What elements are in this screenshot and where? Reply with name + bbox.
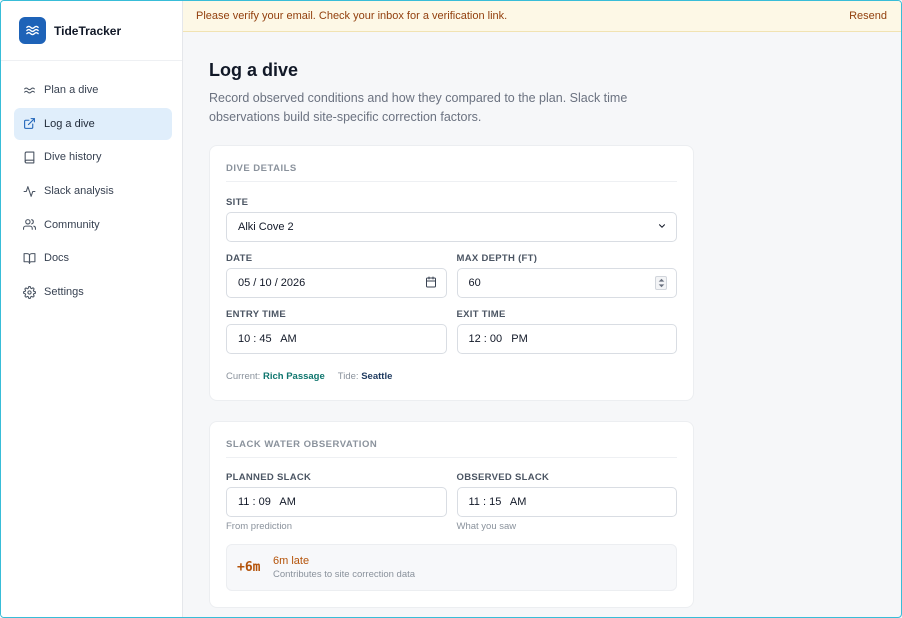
planned-slack-hint: From prediction xyxy=(226,521,292,532)
sidebar-item-label: Dive history xyxy=(44,151,102,164)
sidebar-item-docs[interactable]: Docs xyxy=(14,242,172,274)
slack-delta-value: +6m xyxy=(237,560,261,575)
slack-observation-card: SLACK WATER OBSERVATION PLANNED SLACK 11… xyxy=(209,421,694,608)
max-depth-label: MAX DEPTH (FT) xyxy=(456,253,538,264)
app-name: TideTracker xyxy=(54,23,122,38)
slack-delta-summary: 6m late xyxy=(273,555,310,567)
sidebar-item-slack-analysis[interactable]: Slack analysis xyxy=(14,175,172,207)
book-open-icon xyxy=(23,252,36,265)
activity-icon xyxy=(23,185,36,198)
exit-time-input[interactable]: 12 : 00 PM xyxy=(456,324,677,354)
slack-delta-result: +6m 6m late Contributes to site correcti… xyxy=(226,544,677,591)
site-label: SITE xyxy=(226,197,249,208)
entry-time-value: 10 : 45 AM xyxy=(238,333,297,345)
site-select[interactable]: Alki Cove 2 xyxy=(226,212,677,242)
site-value: Alki Cove 2 xyxy=(238,221,294,233)
main-content: Please verify your email. Check your inb… xyxy=(183,1,901,617)
sidebar-nav: Plan a dive Log a dive Dive history Slac… xyxy=(1,61,182,308)
tide-label: Tide: xyxy=(337,371,359,382)
exit-time-value: 12 : 00 PM xyxy=(468,333,528,345)
banner-message: Please verify your email. Check your inb… xyxy=(196,10,508,22)
slack-delta-note: Contributes to site correction data xyxy=(273,569,416,580)
verify-email-banner: Please verify your email. Check your inb… xyxy=(183,1,901,32)
waves-icon xyxy=(23,84,36,97)
users-icon xyxy=(23,218,36,231)
sidebar-item-log-a-dive[interactable]: Log a dive xyxy=(14,107,172,140)
card-title: DIVE DETAILS xyxy=(226,146,677,182)
resend-link[interactable]: Resend xyxy=(849,10,887,22)
gear-icon xyxy=(23,285,36,299)
observed-slack-hint: What you saw xyxy=(456,521,517,532)
page-title: Log a dive xyxy=(209,60,299,80)
sidebar-item-community[interactable]: Community xyxy=(14,209,172,241)
entry-time-input[interactable]: 10 : 45 AM xyxy=(226,324,447,354)
app-window: TideTracker Plan a dive Log a dive Dive … xyxy=(0,0,902,618)
date-input[interactable]: 05 / 10 / 2026 xyxy=(226,268,447,298)
sidebar-item-label: Slack analysis xyxy=(44,185,114,198)
dive-details-card: DIVE DETAILS SITE Alki Cove 2 DATE 05 / … xyxy=(209,145,694,401)
external-link-icon xyxy=(23,117,36,130)
max-depth-value: 60 xyxy=(468,277,481,289)
planned-slack-input[interactable]: 11 : 09 AM xyxy=(226,487,447,517)
sidebar-item-label: Plan a dive xyxy=(44,84,99,96)
card-title: SLACK WATER OBSERVATION xyxy=(226,422,677,458)
page-body: Log a dive Record observed conditions an… xyxy=(183,32,901,608)
entry-time-label: ENTRY TIME xyxy=(226,309,287,320)
observed-slack-label: OBSERVED SLACK xyxy=(456,472,550,483)
current-label: Current: xyxy=(226,371,261,382)
planned-slack-value: 11 : 09 AM xyxy=(238,496,296,508)
station-info: Current: Rich Passage Tide: Seattle xyxy=(226,371,677,400)
sidebar-item-label: Community xyxy=(44,218,100,231)
sidebar: TideTracker Plan a dive Log a dive Dive … xyxy=(1,1,183,617)
brand[interactable]: TideTracker xyxy=(1,1,182,61)
date-label: DATE xyxy=(226,253,253,264)
book-icon xyxy=(23,151,36,164)
sidebar-item-plan-a-dive[interactable]: Plan a dive xyxy=(14,74,172,106)
sidebar-item-label: Log a dive xyxy=(44,117,95,130)
stepper-icon[interactable] xyxy=(655,276,667,290)
current-station-link[interactable]: Rich Passage xyxy=(263,371,325,382)
chevron-down-icon xyxy=(657,221,667,234)
observed-slack-value: 11 : 15 AM xyxy=(468,496,527,508)
page-subtitle: Record observed conditions and how they … xyxy=(209,91,628,124)
waves-logo-icon xyxy=(19,17,46,44)
observed-slack-input[interactable]: 11 : 15 AM xyxy=(456,487,677,517)
sidebar-item-label: Settings xyxy=(44,286,84,299)
exit-time-label: EXIT TIME xyxy=(456,309,506,320)
sidebar-item-settings[interactable]: Settings xyxy=(14,276,172,308)
max-depth-input[interactable]: 60 xyxy=(456,268,677,298)
planned-slack-label: PLANNED SLACK xyxy=(226,472,312,483)
sidebar-item-dive-history[interactable]: Dive history xyxy=(14,141,172,173)
sidebar-item-label: Docs xyxy=(44,252,70,265)
tide-station-link[interactable]: Seattle xyxy=(361,371,392,382)
calendar-icon[interactable] xyxy=(425,276,437,291)
date-value: 05 / 10 / 2026 xyxy=(238,277,306,289)
